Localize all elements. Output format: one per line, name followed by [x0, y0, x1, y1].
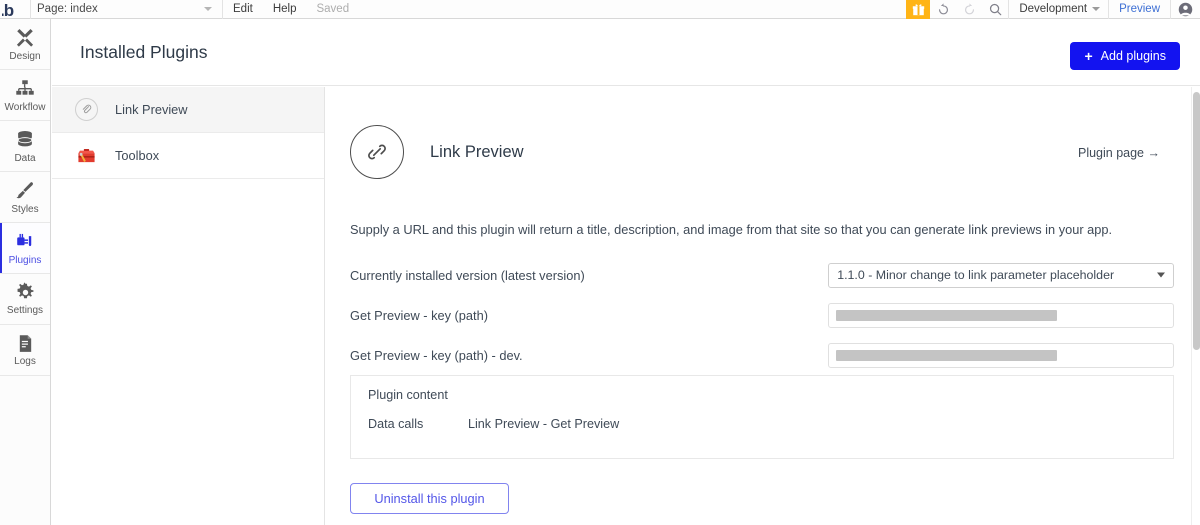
top-bar: .b Page: index Edit Help Saved [0, 0, 1200, 19]
sidebar-item-label: Logs [14, 356, 36, 367]
preview-button[interactable]: Preview [1108, 0, 1170, 19]
form-row-version: Currently installed version (latest vers… [350, 255, 1174, 295]
redo-icon[interactable] [956, 0, 982, 19]
paintbrush-icon [14, 180, 36, 202]
form-row-key-path-dev: Get Preview - key (path) - dev. [350, 335, 1174, 375]
plugin-detail-header: Link Preview [350, 125, 524, 179]
sidebar-item-logs[interactable]: Logs [0, 325, 50, 376]
sidebar-item-label: Plugins [8, 254, 42, 266]
plugin-settings-form: Currently installed version (latest vers… [350, 255, 1174, 375]
plugin-content-row: Data calls Link Preview - Get Preview [368, 417, 619, 431]
sidebar-item-workflow[interactable]: Workflow [0, 70, 50, 121]
chevron-down-icon [1092, 7, 1101, 11]
help-menu[interactable]: Help [263, 0, 307, 19]
workflow-tree-icon [14, 78, 36, 100]
chevron-down-icon [204, 7, 212, 11]
plugin-list-item-link-preview[interactable]: Link Preview [52, 87, 324, 133]
sidebar-item-plugins[interactable]: Plugins [0, 223, 50, 274]
environment-selector[interactable]: Development [1008, 0, 1108, 19]
plugin-detail-panel: Link Preview Plugin page → Supply a URL … [326, 87, 1192, 525]
chevron-down-icon [1157, 272, 1165, 278]
version-select[interactable]: 1.1.0 - Minor change to link parameter p… [828, 262, 1174, 288]
chain-link-circle-icon [350, 125, 404, 179]
sidebar-item-data[interactable]: Data [0, 121, 50, 172]
version-select-value: 1.1.0 - Minor change to link parameter p… [837, 268, 1115, 282]
key-path-dev-input[interactable] [828, 342, 1174, 368]
database-icon [14, 129, 36, 151]
save-status: Saved [316, 3, 350, 15]
user-avatar-icon[interactable] [1170, 0, 1200, 19]
sidebar-item-label: Settings [6, 305, 44, 316]
plugin-list: Link Preview Toolbox [52, 87, 325, 525]
scrollbar-thumb[interactable] [1193, 92, 1200, 350]
document-icon [15, 333, 36, 354]
environment-label: Development [1019, 3, 1088, 15]
sidebar-item-label: Design [9, 50, 41, 62]
field-label: Currently installed version (latest vers… [350, 267, 585, 283]
plus-icon: + [1084, 48, 1093, 64]
undo-icon[interactable] [930, 0, 956, 19]
toolbox-icon [75, 144, 98, 167]
sidebar-item-label: Styles [11, 203, 39, 215]
sidebar-item-label: Workflow [4, 101, 46, 113]
bubble-logo-icon[interactable]: .b [0, 0, 30, 19]
plugin-content-box: Plugin content Data calls Link Preview -… [350, 375, 1174, 459]
masked-value [836, 309, 1058, 321]
sidebar-item-design[interactable]: Design [0, 19, 50, 70]
plugin-list-item-label: Link Preview [115, 102, 188, 117]
sidebar-item-settings[interactable]: Settings [0, 274, 50, 325]
plugin-list-item-label: Toolbox [115, 148, 160, 163]
page-selector[interactable]: Page: index [30, 0, 222, 19]
plug-icon [14, 231, 36, 253]
vertical-scrollbar[interactable] [1191, 87, 1200, 525]
paperclip-circle-icon [75, 98, 98, 121]
plugin-content-row-value: Link Preview - Get Preview [468, 417, 620, 431]
plugin-content-row-key: Data calls [368, 417, 424, 431]
svg-text:.b: .b [2, 1, 14, 19]
edit-menu[interactable]: Edit [223, 0, 263, 19]
gear-icon [15, 282, 36, 303]
field-label: Get Preview - key (path) [350, 307, 488, 323]
page-title: Installed Plugins [80, 42, 208, 62]
masked-value [836, 349, 1058, 361]
uninstall-plugin-button[interactable]: Uninstall this plugin [350, 483, 509, 514]
page-header: Installed Plugins + Add plugins [52, 19, 1200, 86]
page-selector-label: Page: index [37, 3, 98, 15]
gift-icon[interactable] [906, 0, 931, 19]
design-tools-icon [14, 27, 36, 49]
plugin-list-item-toolbox[interactable]: Toolbox [52, 133, 324, 179]
plugin-detail-title: Link Preview [430, 142, 524, 161]
add-plugins-label: Add plugins [1100, 49, 1166, 63]
sidebar-item-styles[interactable]: Styles [0, 172, 50, 223]
sidebar-item-label: Data [14, 152, 36, 164]
form-row-key-path: Get Preview - key (path) [350, 295, 1174, 335]
left-rail: Design Workflow Data Styles Plugins Sett… [0, 19, 51, 525]
search-icon[interactable] [982, 0, 1008, 19]
plugin-page-link[interactable]: Plugin page → [1078, 146, 1160, 160]
plugin-content-title: Plugin content [368, 388, 448, 402]
add-plugins-button[interactable]: + Add plugins [1070, 42, 1180, 70]
field-label: Get Preview - key (path) - dev. [350, 347, 523, 363]
plugin-description: Supply a URL and this plugin will return… [350, 222, 1113, 237]
key-path-input[interactable] [828, 302, 1174, 328]
